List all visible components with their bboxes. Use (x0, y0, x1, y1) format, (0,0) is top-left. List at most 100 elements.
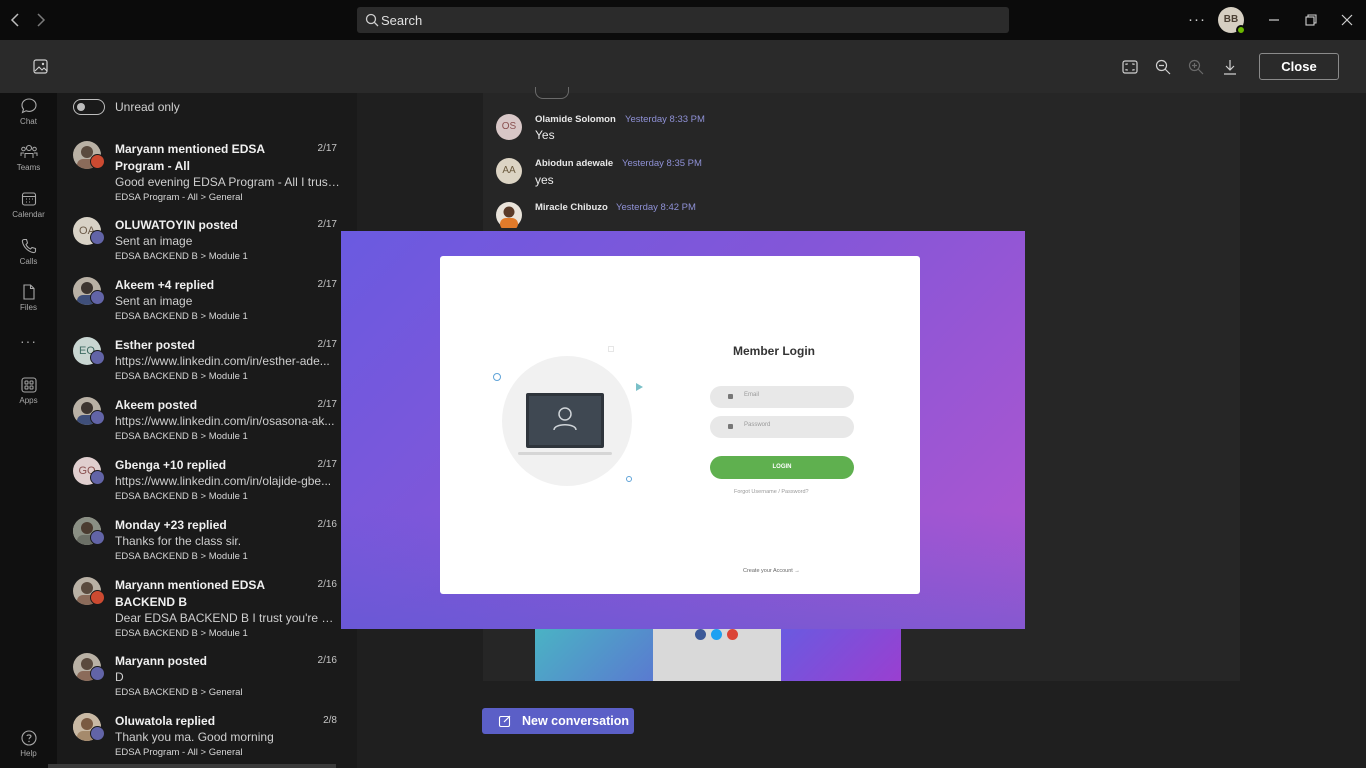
teams-icon (20, 144, 37, 158)
rail-label: Calls (19, 257, 38, 266)
image-viewer-toolbar (0, 40, 1366, 93)
files-icon (22, 284, 35, 300)
forward-button[interactable] (30, 10, 50, 30)
feed-item-title: Akeem posted (115, 398, 198, 412)
calls-icon (21, 238, 36, 254)
zoom-out-icon[interactable] (1154, 58, 1172, 76)
feed-item-preview: Thanks for the class sir. (115, 534, 242, 548)
rail-item-help[interactable]: Help (0, 729, 57, 758)
download-icon[interactable] (1221, 58, 1239, 76)
post-icon (90, 350, 105, 365)
app-rail: Chat Teams Calendar Calls Files ··· Apps… (0, 93, 57, 768)
feed-item-date: 2/17 (317, 399, 337, 410)
image-viewer[interactable]: Member Login Email Password LOGIN Forgot… (341, 231, 1025, 629)
message-time: Yesterday 8:33 PM (625, 114, 705, 125)
rail-item-files[interactable]: Files (0, 283, 57, 312)
feed-item-title: Gbenga +10 replied (115, 458, 227, 472)
facebook-icon (695, 629, 706, 640)
rail-item-teams[interactable]: Teams (0, 143, 57, 172)
feed-item-date: 2/8 (323, 715, 337, 726)
post-icon (90, 410, 105, 425)
mention-icon (90, 590, 105, 605)
feed-item-preview: Sent an image (115, 234, 193, 248)
feed-item-title: Maryann mentioned EDSA BACKEND B (115, 578, 265, 609)
message-text: Yes (535, 128, 555, 142)
feed-item-preview: Dear EDSA BACKEND B I trust you're havi.… (115, 611, 340, 625)
calendar-icon (21, 192, 36, 206)
triangle-decor-icon (636, 383, 643, 391)
create-account-link: Create your Account → (743, 568, 800, 574)
unread-only-toggle[interactable] (73, 99, 105, 115)
search-input[interactable]: Search (357, 7, 1009, 33)
feed-item-title: Monday +23 replied (115, 518, 227, 532)
rail-item-apps[interactable]: Apps (0, 376, 57, 405)
shared-image-preview[interactable] (535, 629, 901, 681)
help-icon (20, 730, 37, 746)
email-field: Email (710, 386, 854, 408)
feed-item-path: EDSA Program - All > General (115, 747, 243, 758)
message-author: Miracle Chibuzo (535, 202, 608, 213)
search-icon (365, 13, 379, 27)
message-author: Olamide Solomon (535, 114, 616, 125)
feed-item-date: 2/17 (317, 143, 337, 154)
feed-item-preview: https://www.linkedin.com/in/esther-ade..… (115, 354, 330, 368)
search-placeholder: Search (381, 13, 423, 28)
feed-item-path: EDSA BACKEND B > Module 1 (115, 251, 248, 262)
rail-label: Chat (20, 117, 37, 126)
compose-icon (498, 715, 511, 728)
rail-item-calendar[interactable]: Calendar (0, 190, 57, 219)
feed-item-title: Esther posted (115, 338, 196, 352)
feed-item-date: 2/17 (317, 279, 337, 290)
circle-decor-icon (493, 373, 501, 381)
image-icon (33, 59, 48, 74)
laptop-icon (526, 393, 604, 448)
rail-item-calls[interactable]: Calls (0, 237, 57, 266)
feed-item-date: 2/17 (317, 219, 337, 230)
zoom-in-icon[interactable] (1187, 58, 1205, 76)
reply-icon (90, 726, 105, 741)
post-icon (90, 290, 105, 305)
restore-button[interactable] (1301, 10, 1321, 30)
post-icon (90, 666, 105, 681)
close-window-button[interactable] (1337, 10, 1357, 30)
message-avatar: OS (496, 114, 522, 140)
feed-item-date: 2/16 (317, 579, 337, 590)
feed-item-path: EDSA BACKEND B > Module 1 (115, 311, 248, 322)
feed-item-date: 2/17 (317, 459, 337, 470)
email-placeholder: Email (744, 392, 760, 398)
rail-item-more[interactable]: ··· (0, 333, 57, 349)
feed-item-date: 2/16 (317, 655, 337, 666)
feed-item-preview: https://www.linkedin.com/in/olajide-gbe.… (115, 474, 332, 488)
feed-item-preview: D (115, 670, 124, 684)
activity-feed: Unread only Maryann mentioned EDSA Progr… (57, 93, 357, 768)
fit-to-screen-icon[interactable] (1121, 58, 1139, 76)
feed-item-preview: Thank you ma. Good morning (115, 730, 274, 744)
message-time: Yesterday 8:42 PM (616, 202, 696, 213)
user-initials: BB (1223, 14, 1239, 25)
reaction-pill[interactable] (535, 87, 569, 99)
rail-label: Help (20, 749, 37, 758)
close-viewer-button[interactable]: Close (1259, 53, 1339, 80)
minimize-button[interactable] (1264, 10, 1284, 30)
twitter-icon (711, 629, 722, 640)
user-avatar[interactable]: BB (1218, 7, 1246, 35)
message-time: Yesterday 8:35 PM (622, 158, 702, 169)
rail-label: Teams (16, 163, 41, 172)
rail-item-chat[interactable]: Chat (0, 97, 57, 126)
chevron-right-icon (37, 13, 46, 27)
feed-scrollbar[interactable] (48, 764, 336, 768)
feed-item-path: EDSA BACKEND B > Module 1 (115, 628, 248, 639)
new-conversation-button[interactable]: New conversation (482, 708, 634, 734)
feed-item-title: Akeem +4 replied (115, 278, 215, 292)
new-conversation-label: New conversation (522, 714, 629, 728)
post-icon (90, 470, 105, 485)
feed-item-path: EDSA Program - All > General (115, 192, 243, 203)
apps-icon (20, 377, 37, 393)
feed-item-preview: Good evening EDSA Program - All I trust … (115, 175, 340, 189)
more-options-button[interactable]: ··· (1187, 10, 1207, 30)
back-button[interactable] (6, 10, 26, 30)
mention-icon (90, 154, 105, 169)
unread-only-label: Unread only (115, 100, 180, 114)
message-author: Abiodun adewale (535, 158, 614, 169)
restore-icon (1305, 14, 1317, 26)
